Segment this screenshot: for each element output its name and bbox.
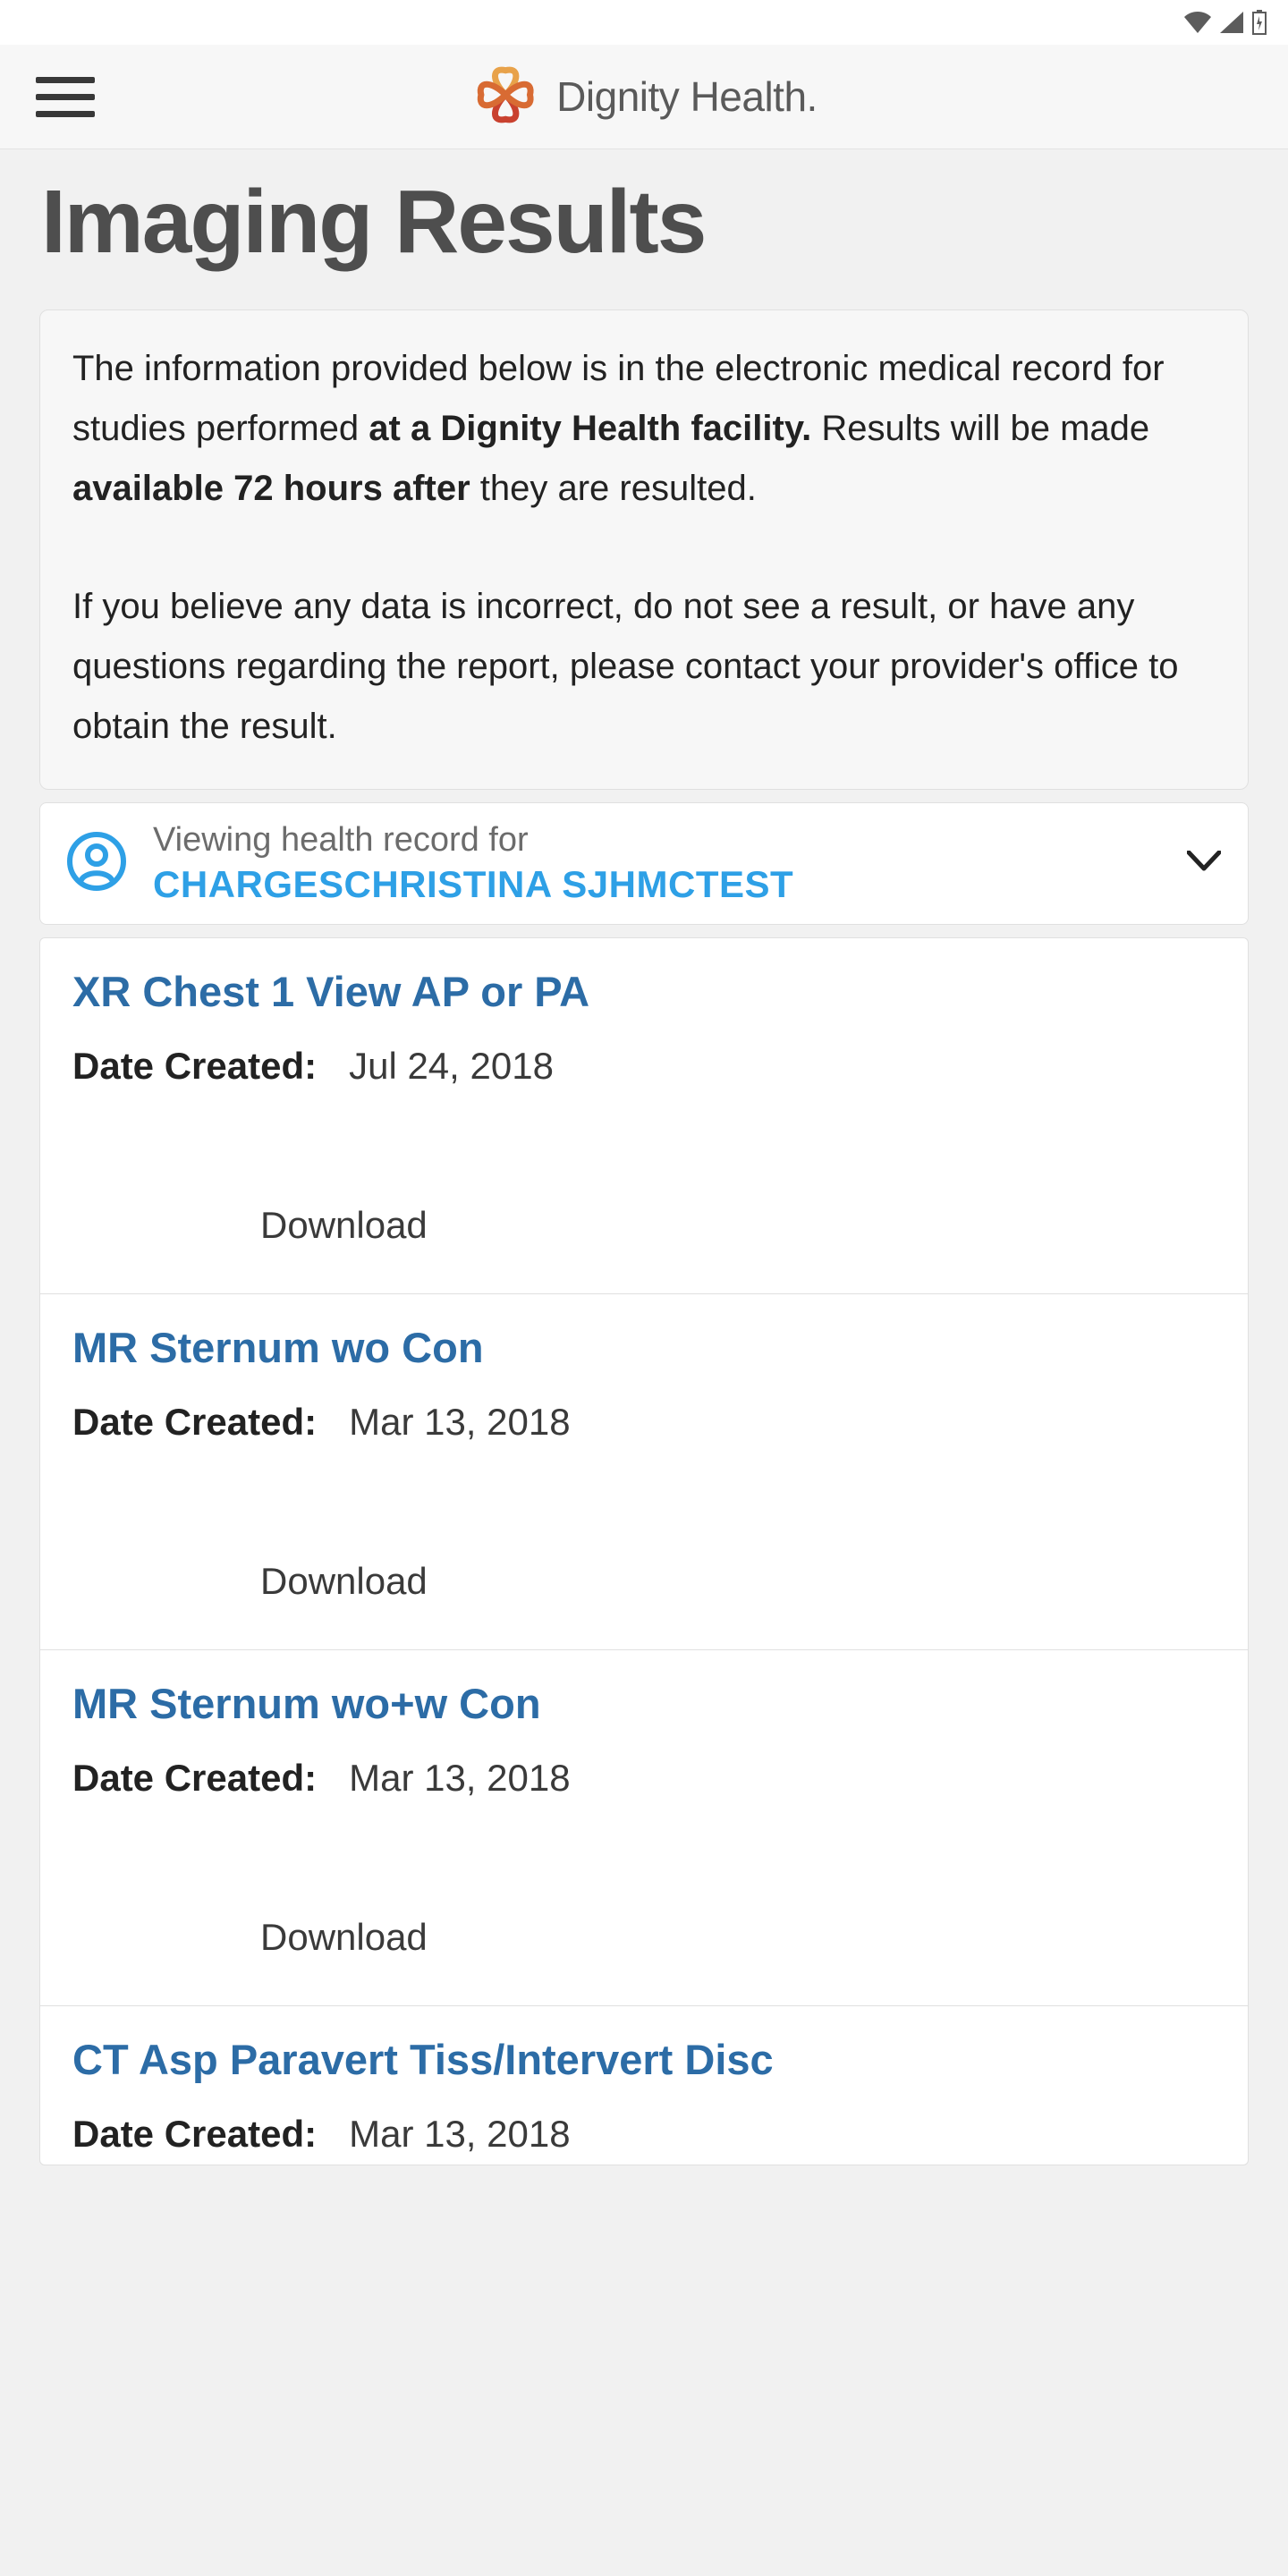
- date-label: Date Created:: [72, 1757, 317, 1800]
- result-item: CT Asp Paravert Tiss/Intervert Disc Date…: [40, 2006, 1248, 2165]
- date-value: Jul 24, 2018: [349, 1045, 554, 1088]
- result-title[interactable]: MR Sternum wo+w Con: [72, 1679, 1216, 1728]
- result-title[interactable]: CT Asp Paravert Tiss/Intervert Disc: [72, 2035, 1216, 2084]
- download-link[interactable]: Download: [72, 1916, 1216, 1959]
- brand-mark-icon: [470, 60, 540, 134]
- battery-icon: [1252, 10, 1267, 35]
- date-label: Date Created:: [72, 2113, 317, 2156]
- record-label: Viewing health record for: [153, 821, 1162, 860]
- cellular-icon: [1220, 12, 1243, 33]
- date-label: Date Created:: [72, 1045, 317, 1088]
- info-paragraph-2: If you believe any data is incorrect, do…: [72, 577, 1216, 758]
- chevron-down-icon: [1187, 851, 1221, 877]
- page-title: Imaging Results: [0, 149, 1288, 309]
- results-list: XR Chest 1 View AP or PA Date Created: J…: [39, 937, 1249, 2165]
- record-value: CHARGESCHRISTINA SJHMCTEST: [153, 863, 1162, 906]
- result-title[interactable]: MR Sternum wo Con: [72, 1323, 1216, 1372]
- wifi-icon: [1184, 12, 1211, 33]
- info-card: The information provided below is in the…: [39, 309, 1249, 790]
- user-icon: [65, 830, 128, 897]
- result-item: MR Sternum wo Con Date Created: Mar 13, …: [40, 1294, 1248, 1650]
- brand-logo: Dignity Health.: [470, 60, 818, 134]
- record-selector[interactable]: Viewing health record for CHARGESCHRISTI…: [39, 802, 1249, 925]
- date-value: Mar 13, 2018: [349, 2113, 571, 2156]
- result-item: MR Sternum wo+w Con Date Created: Mar 13…: [40, 1650, 1248, 2006]
- date-value: Mar 13, 2018: [349, 1401, 571, 1444]
- info-paragraph-1: The information provided below is in the…: [72, 339, 1216, 520]
- date-value: Mar 13, 2018: [349, 1757, 571, 1800]
- date-label: Date Created:: [72, 1401, 317, 1444]
- download-link[interactable]: Download: [72, 1204, 1216, 1247]
- app-header: Dignity Health.: [0, 45, 1288, 149]
- result-item: XR Chest 1 View AP or PA Date Created: J…: [40, 938, 1248, 1294]
- status-bar: [0, 0, 1288, 45]
- menu-button[interactable]: [36, 70, 98, 123]
- result-title[interactable]: XR Chest 1 View AP or PA: [72, 967, 1216, 1016]
- brand-text: Dignity Health.: [556, 72, 818, 121]
- download-link[interactable]: Download: [72, 1560, 1216, 1603]
